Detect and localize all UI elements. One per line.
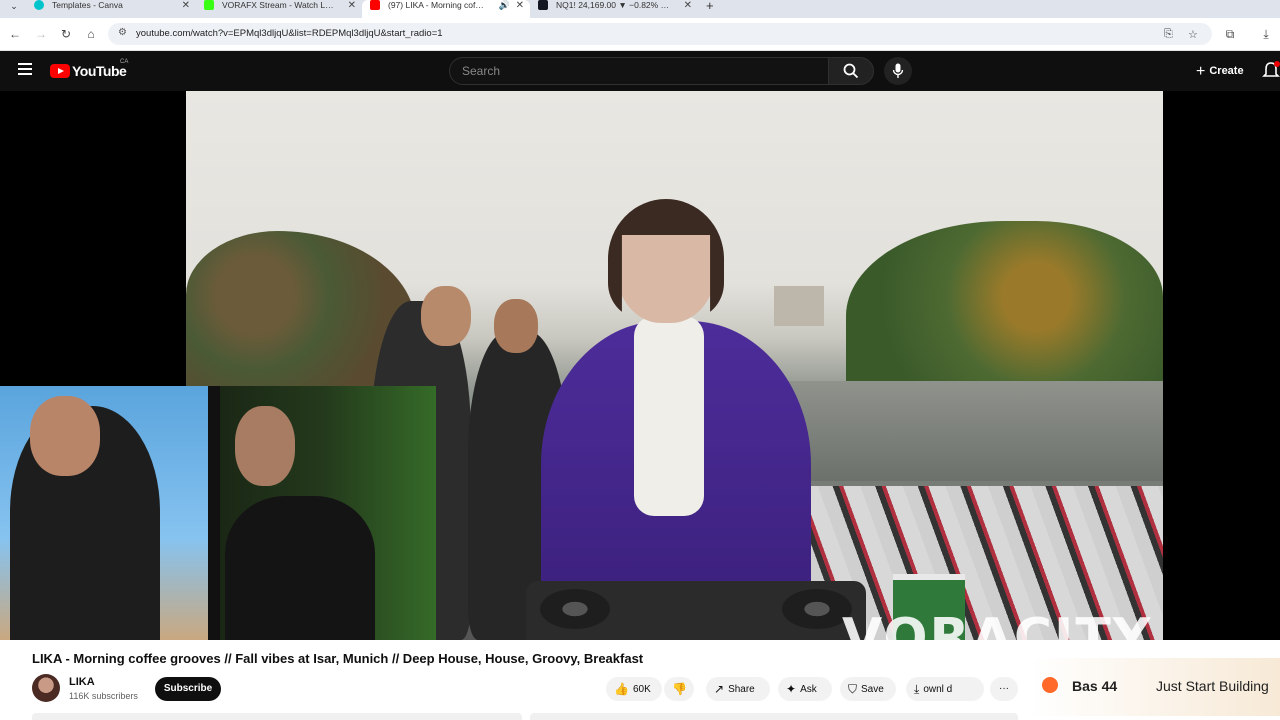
ad-banner[interactable]: Bas 44 Just Start Building [1030, 658, 1280, 716]
stream-watermark: VORACITY [842, 608, 1153, 668]
tradingview-icon [538, 0, 548, 10]
download-arrow-icon: ⤓ [914, 682, 920, 696]
vorafx-icon [204, 0, 214, 10]
thumbs-up-icon: 👍 [614, 682, 629, 696]
video-person [494, 299, 538, 353]
canva-icon [34, 0, 44, 10]
voice-search-button[interactable] [884, 57, 912, 85]
create-button[interactable]: + Create [1186, 57, 1254, 85]
close-tab-icon[interactable]: ✕ [182, 0, 190, 11]
forward-icon[interactable]: → [33, 27, 49, 41]
save-button[interactable]: ⛉ Save [840, 677, 896, 701]
video-person [421, 286, 471, 346]
close-tab-icon[interactable]: ✕ [684, 0, 692, 11]
description-box-edge [32, 713, 522, 720]
back-icon[interactable]: ← [7, 27, 23, 41]
share-button[interactable]: ↗ Share [706, 677, 770, 701]
video-title: LIKA - Morning coffee grooves // Fall vi… [32, 651, 644, 666]
search-icon [843, 63, 859, 79]
reload-icon[interactable]: ↻ [58, 27, 74, 41]
tab-canva[interactable]: Templates - Canva ✕ [26, 0, 196, 18]
webcam-left [0, 386, 215, 640]
more-actions-button[interactable]: ··· [990, 677, 1018, 701]
site-info-icon[interactable]: ⚙ [118, 27, 127, 38]
channel-avatar[interactable] [32, 674, 60, 702]
new-tab-button[interactable]: + [706, 0, 714, 13]
plus-icon: + [1196, 63, 1206, 80]
speaker-icon[interactable]: 🔊 [499, 0, 510, 11]
webcam-overlay [0, 386, 436, 640]
close-tab-icon[interactable]: ✕ [348, 0, 356, 11]
ad-slogan: Just Start Building [1156, 678, 1269, 694]
download-button[interactable]: ⤓ ownl d [906, 677, 984, 701]
tab-search-icon[interactable]: ⌄ [6, 0, 22, 14]
ad-logo-icon [1042, 677, 1058, 693]
extensions-icon[interactable]: ⧉ [1222, 27, 1238, 42]
install-icon[interactable]: ⎘ [1164, 28, 1173, 41]
subscriber-count: 116K subscribers [69, 691, 138, 701]
sparkle-icon: ✦ [786, 682, 797, 696]
subscribe-button[interactable]: Subscribe [155, 677, 221, 701]
ask-button[interactable]: ✦ Ask [778, 677, 832, 701]
bookmark-star-icon[interactable]: ☆ [1188, 28, 1198, 41]
thumbs-down-icon: 👎 [672, 682, 687, 696]
dislike-button[interactable]: 👎 [664, 677, 694, 701]
menu-icon[interactable] [18, 63, 32, 75]
search-box [449, 57, 829, 85]
video-dj [634, 316, 704, 516]
tab-vorafx[interactable]: VORAFX Stream - Watch Live o ✕ [196, 0, 362, 18]
comment-box-edge [530, 713, 1018, 720]
ad-brand: Bas 44 [1072, 678, 1118, 694]
tab-strip: ⌄ Templates - Canva ✕ VORAFX Stream - Wa… [0, 0, 1280, 18]
webcam-right [215, 386, 436, 640]
tab-tradingview[interactable]: NQ1! 24,169.00 ▼ −0.82% vora ✕ [530, 0, 698, 18]
tab-youtube[interactable]: (97) LIKA - Morning coffee 🔊 ✕ [362, 0, 530, 18]
search-button[interactable] [828, 57, 874, 85]
video-dj-controller [526, 581, 866, 640]
youtube-icon [370, 0, 380, 10]
microphone-icon [892, 63, 904, 78]
close-tab-icon[interactable]: ✕ [516, 0, 524, 11]
search-input[interactable] [450, 58, 828, 84]
address-bar[interactable]: ⚙ youtube.com/watch?v=EPMql3dljqU&list=R… [108, 23, 1212, 45]
channel-name[interactable]: LIKA [69, 676, 95, 688]
video-scenery [786, 381, 1163, 481]
home-icon[interactable]: ⌂ [83, 27, 99, 41]
youtube-play-icon [50, 64, 70, 78]
youtube-header: YouTube CA +Create [0, 51, 1280, 91]
bookmark-icon: ⛉ [848, 682, 858, 696]
video-scenery [774, 286, 824, 326]
like-button[interactable]: 👍 60K [606, 677, 662, 701]
share-icon: ↗ [714, 682, 725, 696]
download-icon[interactable]: ⤓ [1258, 27, 1274, 42]
url-text[interactable]: youtube.com/watch?v=EPMql3dljqU&list=RDE… [136, 28, 443, 39]
notifications-bell-icon[interactable] [1262, 61, 1280, 81]
browser-toolbar: ← → ↻ ⌂ ⚙ youtube.com/watch?v=EPMql3dljq… [0, 18, 1280, 51]
